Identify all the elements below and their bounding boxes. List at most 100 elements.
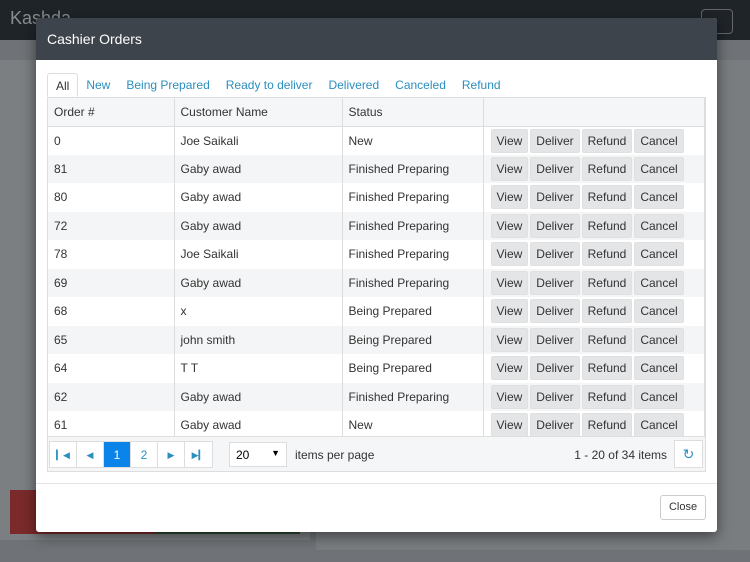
order-cell: 65	[48, 325, 175, 354]
pager: ▎◀ ◀ 1 2 ▶ ▶▎ 20 ▼ items per page 1 - 20…	[48, 436, 705, 471]
cancel-button[interactable]: Cancel	[634, 356, 684, 381]
order-cell: 81	[48, 154, 175, 183]
refund-button[interactable]: Refund	[581, 213, 633, 238]
order-cell: 78	[48, 240, 175, 269]
last-page-button[interactable]: ▶▎	[185, 442, 212, 467]
refund-button[interactable]: Refund	[581, 299, 633, 324]
page-size-select[interactable]: 20 ▼	[229, 442, 287, 467]
next-page-button[interactable]: ▶	[158, 442, 185, 467]
status-cell: Being Prepared	[342, 325, 484, 354]
table-row[interactable]: 69 Gaby awad Finished Preparing View Deliver…	[48, 268, 705, 297]
refund-button[interactable]: Refund	[581, 270, 633, 295]
customer-cell: Gaby awad	[174, 154, 343, 183]
cancel-button[interactable]: Cancel	[634, 242, 684, 267]
table-row[interactable]: 81 Gaby awad Finished Preparing View Deliver…	[48, 154, 705, 183]
view-button[interactable]: View	[490, 128, 529, 153]
refresh-icon[interactable]: ↻	[674, 440, 703, 468]
table-row[interactable]: 64 T T Being Prepared View Deliver Refund Canc…	[48, 354, 705, 383]
column-header-order[interactable]: Order #	[48, 98, 175, 127]
deliver-button[interactable]: Deliver	[530, 185, 580, 210]
caret-down-icon: ▼	[271, 448, 280, 458]
page-1-button[interactable]: 1	[104, 442, 131, 467]
cancel-button[interactable]: Cancel	[634, 413, 684, 438]
cancel-button[interactable]: Cancel	[634, 128, 684, 153]
customer-cell: Joe Saikali	[174, 126, 343, 155]
actions-cell: View Deliver Refund Cancel	[483, 297, 705, 326]
status-cell: Finished Preparing	[342, 183, 484, 212]
view-button[interactable]: View	[490, 413, 529, 438]
table-row[interactable]: 65 john smith Being Prepared View Deliver Ref…	[48, 325, 705, 354]
deliver-button[interactable]: Deliver	[530, 384, 580, 409]
refund-button[interactable]: Refund	[581, 327, 633, 352]
refund-button[interactable]: Refund	[581, 185, 633, 210]
cancel-button[interactable]: Cancel	[634, 327, 684, 352]
column-header-status[interactable]: Status	[342, 98, 484, 127]
view-button[interactable]: View	[490, 384, 529, 409]
refund-button[interactable]: Refund	[581, 413, 633, 438]
table-row[interactable]: 0 Joe Saikali New View Deliver Refund Cancel	[48, 126, 705, 155]
refund-button[interactable]: Refund	[581, 384, 633, 409]
status-cell: Finished Preparing	[342, 240, 484, 269]
order-cell: 69	[48, 268, 175, 297]
tab-new[interactable]: New	[78, 73, 118, 97]
refund-button[interactable]: Refund	[581, 356, 633, 381]
tab-being-prepared[interactable]: Being Prepared	[118, 73, 217, 97]
deliver-button[interactable]: Deliver	[530, 156, 580, 181]
deliver-button[interactable]: Deliver	[530, 356, 580, 381]
customer-cell: Gaby awad	[174, 268, 343, 297]
deliver-button[interactable]: Deliver	[530, 213, 580, 238]
tab-ready-to-deliver[interactable]: Ready to deliver	[218, 73, 321, 97]
order-cell: 68	[48, 297, 175, 326]
refund-button[interactable]: Refund	[581, 128, 633, 153]
tab-delivered[interactable]: Delivered	[320, 73, 387, 97]
deliver-button[interactable]: Deliver	[530, 270, 580, 295]
cancel-button[interactable]: Cancel	[634, 185, 684, 210]
view-button[interactable]: View	[490, 356, 529, 381]
view-button[interactable]: View	[490, 185, 529, 210]
status-cell: Being Prepared	[342, 297, 484, 326]
table-row[interactable]: 80 Gaby awad Finished Preparing View Deliver…	[48, 183, 705, 212]
pager-nav: ▎◀ ◀ 1 2 ▶ ▶▎	[49, 441, 213, 468]
cancel-button[interactable]: Cancel	[634, 384, 684, 409]
actions-cell: View Deliver Refund Cancel	[483, 354, 705, 383]
close-button[interactable]: Close	[660, 495, 706, 520]
tab-refund[interactable]: Refund	[454, 73, 509, 97]
first-page-button[interactable]: ▎◀	[50, 442, 77, 467]
deliver-button[interactable]: Deliver	[530, 299, 580, 324]
cancel-button[interactable]: Cancel	[634, 156, 684, 181]
deliver-button[interactable]: Deliver	[530, 242, 580, 267]
tab-all[interactable]: All	[47, 73, 79, 97]
actions-cell: View Deliver Refund Cancel	[483, 211, 705, 240]
deliver-button[interactable]: Deliver	[530, 413, 580, 438]
view-button[interactable]: View	[490, 242, 529, 267]
view-button[interactable]: View	[490, 156, 529, 181]
deliver-button[interactable]: Deliver	[530, 128, 580, 153]
tab-canceled[interactable]: Canceled	[387, 73, 454, 97]
table-row[interactable]: 72 Gaby awad Finished Preparing View Deliver…	[48, 211, 705, 240]
view-button[interactable]: View	[490, 270, 529, 295]
column-header-customer[interactable]: Customer Name	[174, 98, 343, 127]
view-button[interactable]: View	[490, 299, 529, 324]
deliver-button[interactable]: Deliver	[530, 327, 580, 352]
customer-cell: Gaby awad	[174, 382, 343, 411]
cancel-button[interactable]: Cancel	[634, 270, 684, 295]
refund-button[interactable]: Refund	[581, 242, 633, 267]
cancel-button[interactable]: Cancel	[634, 213, 684, 238]
pager-info: 1 - 20 of 34 items	[574, 448, 667, 462]
column-header-actions	[483, 98, 705, 127]
refund-button[interactable]: Refund	[581, 156, 633, 181]
view-button[interactable]: View	[490, 327, 529, 352]
view-button[interactable]: View	[490, 213, 529, 238]
actions-cell: View Deliver Refund Cancel	[483, 240, 705, 269]
customer-cell: Gaby awad	[174, 211, 343, 240]
table-row[interactable]: 62 Gaby awad Finished Preparing View Deliver…	[48, 382, 705, 411]
page-2-button[interactable]: 2	[131, 442, 158, 467]
prev-page-button[interactable]: ◀	[77, 442, 104, 467]
actions-cell: View Deliver Refund Cancel	[483, 183, 705, 212]
footer-divider	[36, 483, 717, 484]
table-row[interactable]: 78 Joe Saikali Finished Preparing View Deliv…	[48, 240, 705, 269]
order-cell: 62	[48, 382, 175, 411]
table-row[interactable]: 68 x Being Prepared View Deliver Refund Cancel	[48, 297, 705, 326]
cancel-button[interactable]: Cancel	[634, 299, 684, 324]
status-cell: Finished Preparing	[342, 211, 484, 240]
